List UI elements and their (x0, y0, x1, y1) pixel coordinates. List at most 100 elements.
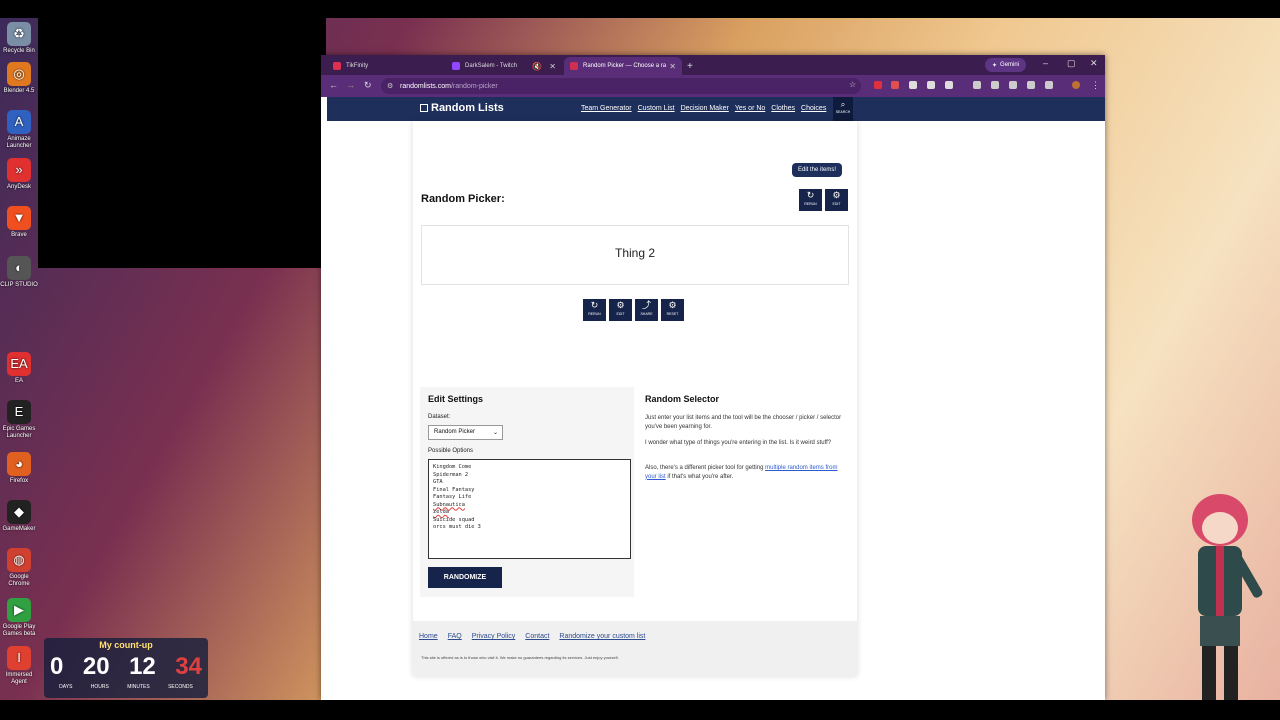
footer-link-home[interactable]: Home (419, 633, 438, 640)
sidepanel-icon[interactable] (1027, 81, 1035, 89)
option-line: zelda (433, 509, 449, 515)
app-icon: ◆ (7, 500, 31, 524)
option-line: GTA (433, 479, 443, 485)
minimize-icon[interactable]: – (1043, 58, 1048, 68)
desktop-icon-label: Animaze Launcher (6, 136, 32, 149)
paragraph-text: if that's what you're after. (665, 473, 734, 480)
site-info-icon[interactable]: ⚙ (387, 82, 393, 90)
app-icon: » (7, 158, 31, 182)
option-line: Kingdom Come (433, 464, 472, 470)
desktop-icon[interactable]: A Animaze Launcher (0, 110, 38, 150)
mute-icon[interactable]: 🔇 (532, 62, 542, 71)
back-icon[interactable]: ← (329, 80, 338, 90)
option-line: Fantasy Life (433, 494, 472, 500)
site-header: Random Lists Team Generator Custom List … (327, 97, 1105, 121)
desktop-icon[interactable]: EA EA (0, 352, 38, 385)
bookmark-star-icon[interactable]: ☆ (849, 80, 856, 89)
nav-choices[interactable]: Choices (801, 105, 826, 112)
desktop-icon-label: GameMaker (2, 526, 36, 532)
desktop-icon[interactable]: I Immersed Agent (0, 646, 38, 686)
site-footer: Home FAQ Privacy Policy Contact Randomiz… (413, 621, 857, 676)
result-text: Thing 2 (614, 246, 656, 260)
tab-tikfinity[interactable]: TikFinity (327, 57, 443, 75)
desktop-icon[interactable]: E Epic Games Launcher (0, 400, 38, 440)
url-path: /random-picker (450, 82, 498, 90)
rerun-button[interactable]: ↻ RERUN (583, 299, 606, 321)
new-tab-button[interactable]: + (684, 57, 698, 75)
extension-icon[interactable] (874, 81, 882, 89)
nav-team-generator[interactable]: Team Generator (581, 105, 632, 112)
paragraph-text: Also, there's a different picker tool fo… (645, 465, 766, 471)
top-rerun-button[interactable]: ↻ RERUN (799, 189, 822, 211)
dataset-select[interactable]: Random Picker ⌄ (428, 425, 503, 440)
profile-avatar[interactable] (1072, 81, 1080, 89)
app-icon: E (7, 400, 31, 424)
close-icon[interactable]: ✕ (669, 62, 676, 71)
footer-link-randomize-custom[interactable]: Randomize your custom list (559, 633, 645, 640)
desktop-icon[interactable]: ◍ Google Chrome (0, 548, 38, 588)
app-icon: I (7, 646, 31, 670)
reload-icon[interactable]: ↻ (364, 80, 372, 91)
menu-icon[interactable]: ⋮ (1091, 80, 1100, 91)
app-icon: ▶ (7, 598, 31, 622)
tab-title: DarkSalem - Twitch (465, 63, 517, 69)
downloads-icon[interactable] (1045, 81, 1053, 89)
options-textarea[interactable]: Kingdom Come Spiderman 2 GTA Final Fanta… (428, 459, 631, 559)
browser-toolbar: ← → ↻ ⚙ randomlists.com/random-picker ☆ … (321, 75, 1105, 97)
nav-yes-or-no[interactable]: Yes or No (735, 105, 765, 112)
edit-button[interactable]: ⚙ EDIT (609, 299, 632, 321)
logo-icon (420, 104, 428, 112)
nav-decision-maker[interactable]: Decision Maker (681, 105, 729, 112)
tab-twitch[interactable]: DarkSalem - Twitch 🔇 ✕ (446, 57, 562, 75)
desktop-icon-label: Epic Games Launcher (2, 426, 36, 439)
close-icon[interactable]: ✕ (549, 62, 556, 71)
site-logo[interactable]: Random Lists (420, 102, 504, 114)
tab-random-picker[interactable]: Random Picker — Choose a ra ✕ (564, 57, 682, 75)
countup-widget: My count-up 0 20 12 34 DAYS HOURS MINUTE… (44, 638, 208, 698)
desktop-icon[interactable]: ◆ GameMaker (0, 500, 38, 533)
nav-custom-list[interactable]: Custom List (638, 105, 675, 112)
main-card: Edit the items! Random Picker: ↻ RERUN ⚙… (413, 121, 857, 676)
footer-link-privacy[interactable]: Privacy Policy (472, 633, 516, 640)
gemini-button[interactable]: ✦ Gemini (985, 58, 1027, 72)
option-line: orcs must die 3 (433, 524, 481, 530)
black-overlay-region (38, 18, 326, 268)
site-search-button[interactable]: ⌕ SEARCH (833, 97, 853, 121)
share-button[interactable]: ⤴ SHARE (635, 299, 658, 321)
footer-link-faq[interactable]: FAQ (448, 633, 462, 640)
bookmarks-icon[interactable] (991, 81, 999, 89)
page-content: Edit the items! Random Picker: ↻ RERUN ⚙… (327, 121, 1105, 700)
desktop-icon-label: Immersed Agent (5, 672, 33, 685)
reset-button[interactable]: ⚙ RESET (661, 299, 684, 321)
maximize-icon[interactable]: ▢ (1067, 58, 1076, 69)
nav-clothes[interactable]: Clothes (771, 105, 795, 112)
reading-list-icon[interactable] (1009, 81, 1017, 89)
extension-icon[interactable] (945, 81, 953, 89)
top-edit-button[interactable]: ⚙ EDIT (825, 189, 848, 211)
window-close-icon[interactable]: ✕ (1090, 58, 1098, 69)
unit-days: DAYS (59, 684, 73, 690)
screen-bottom-bar (0, 700, 1280, 720)
forward-icon[interactable]: → (346, 80, 355, 90)
desktop-icon[interactable]: ◐ CLIP STUDIO (0, 256, 38, 289)
button-label: RESET (666, 312, 679, 316)
extension-icon[interactable] (927, 81, 935, 89)
extension-icon[interactable] (891, 81, 899, 89)
button-label: RERUN (804, 202, 817, 206)
desktop-icon-label: Blender 4.5 (3, 88, 35, 94)
desktop-icon-label: Google Chrome (8, 574, 30, 587)
desktop-icon[interactable]: ♻ Recycle Bin (0, 22, 38, 55)
desktop-icon[interactable]: ◕ Firefox (0, 452, 38, 485)
extension-icon[interactable] (973, 81, 981, 89)
option-line: Spiderman 2 (433, 471, 469, 478)
extension-icon[interactable] (909, 81, 917, 89)
desktop-icon[interactable]: ▶ Google Play Games beta (0, 598, 38, 638)
randomize-button[interactable]: RANDOMIZE (428, 567, 502, 588)
rerun-icon: ↻ (590, 300, 599, 310)
footer-link-contact[interactable]: Contact (525, 633, 549, 640)
desktop-icon[interactable]: » AnyDesk (0, 158, 38, 191)
desktop-icon[interactable]: ▼ Brave (0, 206, 38, 239)
tab-favicon (333, 62, 341, 70)
address-bar[interactable]: ⚙ randomlists.com/random-picker (381, 78, 861, 94)
desktop-icon[interactable]: ◎ Blender 4.5 (0, 62, 38, 95)
